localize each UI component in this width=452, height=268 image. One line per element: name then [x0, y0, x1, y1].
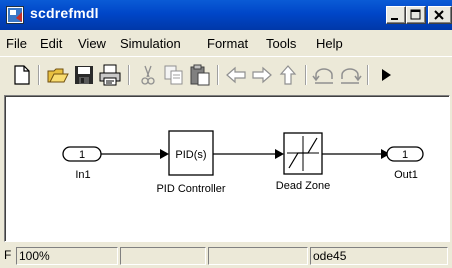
cut-icon [141, 65, 155, 85]
status-zoom: 100% [16, 247, 118, 265]
up-arrow-icon [279, 65, 297, 85]
toolbar [0, 56, 452, 92]
status-field-blank [208, 247, 308, 265]
copy-button[interactable] [162, 63, 186, 87]
pid-controller-block[interactable]: PID(s) PID Controller [156, 130, 226, 195]
open-folder-icon [47, 68, 69, 83]
close-button[interactable] [428, 6, 452, 24]
back-arrow-icon [226, 66, 246, 84]
pid-label: PID Controller [156, 183, 225, 195]
toolbar-separator [128, 65, 130, 85]
in1-label: In1 [75, 169, 90, 181]
redo-icon [341, 68, 362, 84]
menu-simulation[interactable]: Simulation [120, 36, 181, 52]
open-button[interactable] [46, 63, 70, 87]
new-model-button[interactable] [10, 63, 34, 87]
menu-tools[interactable]: Tools [266, 36, 296, 52]
maximize-icon [410, 9, 421, 20]
out1-port-number: 1 [402, 149, 408, 161]
forward-arrow-icon [252, 66, 272, 84]
print-icon [99, 64, 121, 86]
toolbar-separator [305, 65, 307, 85]
out1-label: Out1 [394, 169, 418, 181]
forward-button[interactable] [250, 63, 274, 87]
pid-block-text: PID(s) [175, 149, 206, 161]
simulink-model-icon [6, 6, 24, 24]
maximize-button[interactable] [406, 6, 426, 24]
signal-line[interactable] [213, 149, 284, 159]
block-diagram: 1 In1 PID(s) PID Controller Dead Zone 1 … [62, 130, 424, 195]
redo-button[interactable] [338, 63, 362, 87]
cut-button[interactable] [136, 63, 160, 87]
paste-icon [190, 64, 210, 86]
dead-zone-block[interactable]: Dead Zone [276, 132, 330, 192]
menu-format[interactable]: Format [207, 36, 248, 52]
signal-line[interactable] [322, 149, 390, 159]
up-button[interactable] [276, 63, 300, 87]
menu-file[interactable]: File [6, 36, 27, 52]
toolbar-separator [217, 65, 219, 85]
status-solver: ode45 [310, 247, 448, 265]
signal-line[interactable] [101, 149, 169, 159]
back-button[interactable] [224, 63, 248, 87]
start-simulation-button[interactable] [374, 63, 398, 87]
menu-edit[interactable]: Edit [40, 36, 62, 52]
undo-icon [312, 68, 333, 84]
undo-button[interactable] [312, 63, 336, 87]
model-canvas[interactable]: 1 In1 PID(s) PID Controller Dead Zone 1 … [4, 95, 450, 242]
in1-port-number: 1 [79, 149, 85, 161]
window-title: scdrefmdl [30, 5, 99, 21]
close-icon [434, 10, 444, 20]
minimize-icon [391, 18, 398, 20]
paste-button[interactable] [188, 63, 212, 87]
new-file-icon [14, 65, 30, 85]
toolbar-separator [38, 65, 40, 85]
out1-block[interactable]: 1 Out1 [386, 146, 424, 181]
menu-bar: File Edit View Simulation Format Tools H… [0, 30, 452, 55]
save-button[interactable] [72, 63, 96, 87]
save-icon [75, 66, 93, 84]
title-bar[interactable]: scdrefmdl [0, 0, 452, 30]
minimize-button[interactable] [386, 6, 406, 24]
status-field-blank [120, 247, 206, 265]
in1-block[interactable]: 1 In1 [62, 146, 102, 181]
print-button[interactable] [98, 63, 122, 87]
copy-icon [164, 65, 183, 85]
menu-view[interactable]: View [78, 36, 106, 52]
model-window: scdrefmdl File Edit View Simulation Form… [0, 0, 452, 268]
dead-zone-label: Dead Zone [276, 180, 330, 192]
status-bar: F 100% ode45 [0, 244, 452, 268]
toolbar-separator [367, 65, 369, 85]
menu-help[interactable]: Help [316, 36, 343, 52]
start-simulation-icon [382, 69, 391, 81]
